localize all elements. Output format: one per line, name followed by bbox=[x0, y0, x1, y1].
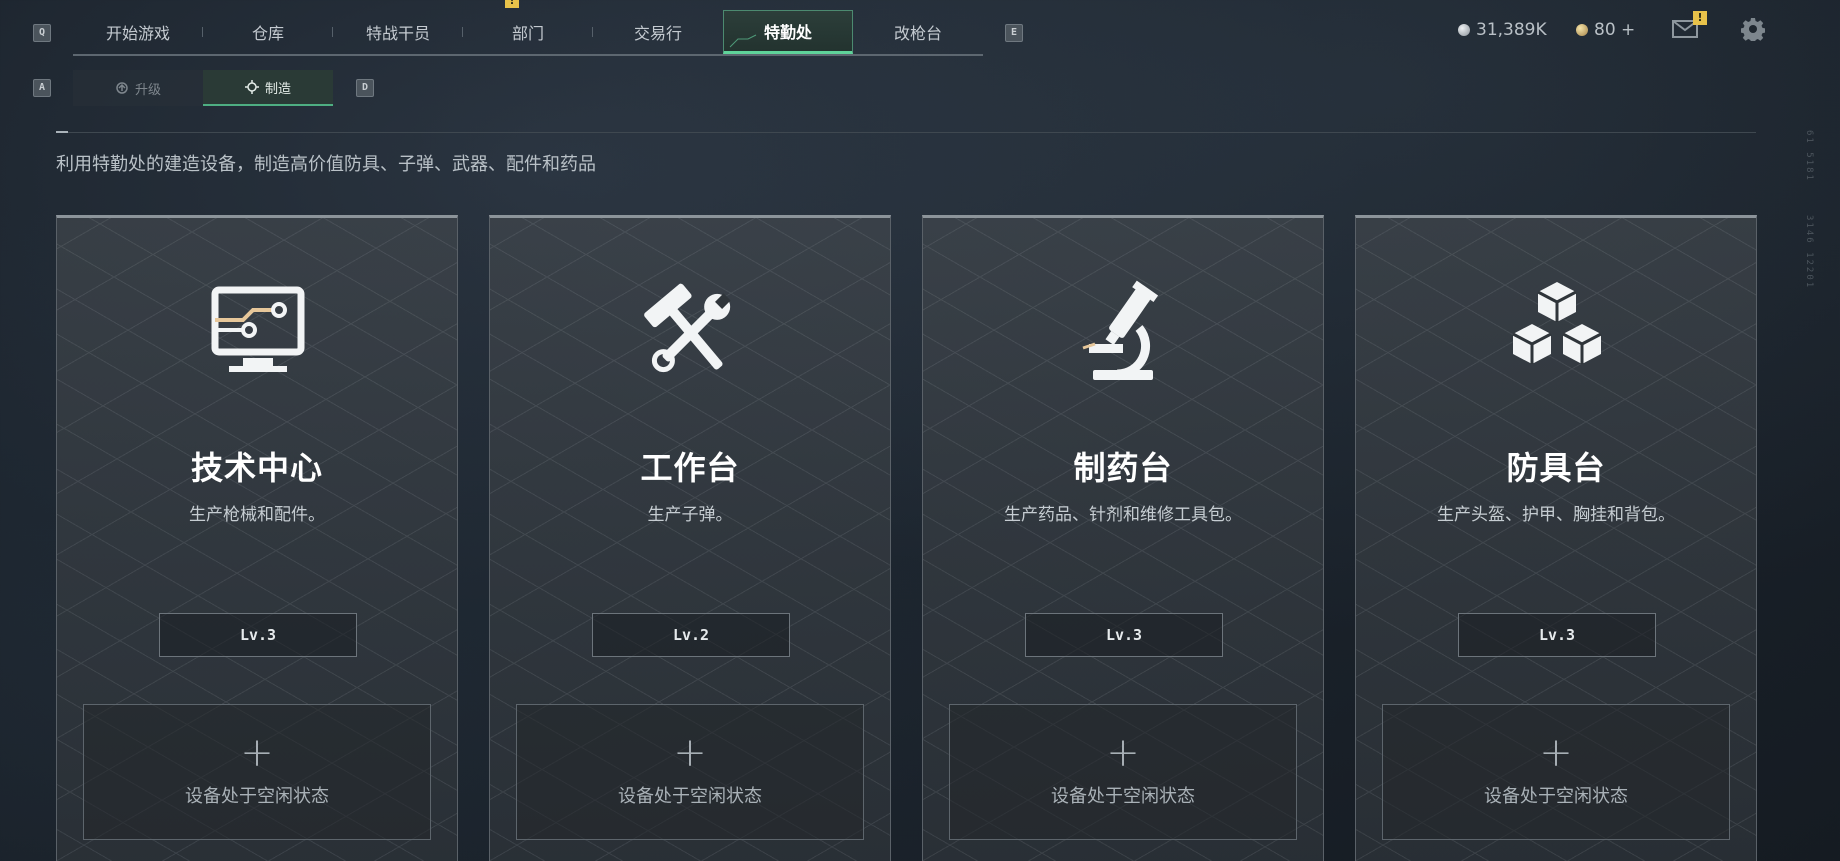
pharmacy-microscope-icon bbox=[1082, 280, 1159, 380]
mail-alert-badge: ! bbox=[1693, 11, 1707, 25]
silver-currency[interactable]: 31,389K bbox=[1458, 20, 1547, 40]
gold-amount: 80 + bbox=[1594, 20, 1636, 40]
subtab-craft[interactable]: 制造 bbox=[203, 70, 333, 106]
workbench-hammer-wrench-icon bbox=[644, 283, 731, 373]
slot-status-text: 设备处于空闲状态 bbox=[618, 786, 762, 807]
tab-label: 开始游戏 bbox=[105, 24, 170, 43]
card-description: 生产子弹。 bbox=[647, 505, 733, 525]
level-badge: Lv.2 bbox=[592, 613, 790, 657]
plus-icon: + bbox=[1106, 730, 1140, 776]
tab-label: 特战干员 bbox=[365, 24, 430, 43]
mail-button[interactable]: ! bbox=[1672, 11, 1707, 40]
production-slot[interactable]: + 设备处于空闲状态 bbox=[516, 704, 864, 840]
tab-start-game[interactable]: 开始游戏 bbox=[73, 10, 203, 54]
armor-bench-boxes-icon bbox=[1512, 282, 1602, 364]
card-title: 技术中心 bbox=[190, 449, 323, 487]
coin-gold-icon bbox=[1576, 24, 1588, 36]
subtab-label: 升级 bbox=[134, 82, 161, 98]
card-armor-bench[interactable]: 防具台 生产头盔、护甲、胸挂和背包。 Lv.3 + 设备处于空闲状态 bbox=[1355, 215, 1757, 861]
slot-status-text: 设备处于空闲状态 bbox=[185, 786, 329, 807]
department-alert-badge: ! bbox=[505, 0, 519, 8]
tab-label: 特勤处 bbox=[763, 23, 812, 42]
plus-icon: + bbox=[673, 730, 707, 776]
slot-status-text: 设备处于空闲状态 bbox=[1051, 786, 1195, 807]
tab-trading-house[interactable]: 交易行 bbox=[593, 10, 723, 54]
divider-mark bbox=[56, 131, 68, 133]
level-badge: Lv.3 bbox=[159, 613, 357, 657]
tab-label: 交易行 bbox=[633, 24, 682, 43]
tab-label: 部门 bbox=[511, 24, 544, 43]
subtab-upgrade[interactable]: 升级 bbox=[73, 70, 203, 106]
production-slot[interactable]: + 设备处于空闲状态 bbox=[1382, 704, 1730, 840]
tab-label: 仓库 bbox=[251, 24, 284, 43]
upgrade-icon bbox=[116, 82, 128, 94]
level-badge: Lv.3 bbox=[1458, 613, 1656, 657]
card-title: 工作台 bbox=[640, 449, 740, 487]
plus-icon: + bbox=[240, 730, 274, 776]
main-nav: 开始游戏 仓库 特战干员 部门 ! 交易行 特勤处 改枪台 bbox=[73, 0, 983, 56]
keyhint-d: D bbox=[356, 79, 374, 97]
tab-decoration-icon bbox=[729, 34, 757, 48]
card-workbench[interactable]: 工作台 生产子弹。 Lv.2 + 设备处于空闲状态 bbox=[489, 215, 891, 861]
slot-status-text: 设备处于空闲状态 bbox=[1484, 786, 1628, 807]
coin-silver-icon bbox=[1458, 24, 1470, 36]
keyhint-a: A bbox=[33, 79, 51, 97]
card-title: 防具台 bbox=[1506, 449, 1606, 487]
tab-label: 改枪台 bbox=[893, 24, 942, 43]
craft-icon bbox=[244, 80, 259, 94]
card-description: 生产枪械和配件。 bbox=[189, 505, 325, 525]
card-description: 生产药品、针剂和维修工具包。 bbox=[1004, 505, 1242, 525]
tab-department[interactable]: 部门 ! bbox=[463, 0, 593, 54]
card-tech-center[interactable]: 技术中心 生产枪械和配件。 Lv.3 + 设备处于空闲状态 bbox=[56, 215, 458, 861]
side-decor-text-bottom: 3146 12201 bbox=[1804, 215, 1814, 290]
keyhint-q: Q bbox=[33, 24, 51, 42]
card-description: 生产头盔、护甲、胸挂和背包。 bbox=[1437, 505, 1675, 525]
sub-tabs: 升级 制造 bbox=[73, 70, 333, 106]
tab-special-ops[interactable]: 特勤处 bbox=[723, 10, 853, 54]
tab-operators[interactable]: 特战干员 bbox=[333, 10, 463, 54]
section-divider bbox=[56, 131, 1756, 133]
subtab-label: 制造 bbox=[264, 81, 291, 97]
gold-currency[interactable]: 80 + bbox=[1576, 20, 1635, 40]
settings-gear-icon bbox=[1740, 18, 1766, 43]
side-decor-text-top: 61 5181 bbox=[1804, 130, 1814, 182]
plus-icon: + bbox=[1539, 730, 1573, 776]
tab-gunsmith[interactable]: 改枪台 bbox=[853, 10, 983, 54]
production-slot[interactable]: + 设备处于空闲状态 bbox=[949, 704, 1297, 840]
card-pharmacy[interactable]: 制药台 生产药品、针剂和维修工具包。 Lv.3 + 设备处于空闲状态 bbox=[922, 215, 1324, 861]
level-badge: Lv.3 bbox=[1025, 613, 1223, 657]
settings-button[interactable] bbox=[1740, 17, 1766, 43]
production-slot[interactable]: + 设备处于空闲状态 bbox=[83, 704, 431, 840]
tech-center-computer-icon bbox=[211, 286, 305, 372]
keyhint-e: E bbox=[1005, 24, 1023, 42]
tab-warehouse[interactable]: 仓库 bbox=[203, 10, 333, 54]
silver-amount: 31,389K bbox=[1476, 20, 1547, 40]
card-title: 制药台 bbox=[1073, 449, 1173, 487]
page-subtitle: 利用特勤处的建造设备，制造高价值防具、子弹、武器、配件和药品 bbox=[56, 154, 596, 175]
